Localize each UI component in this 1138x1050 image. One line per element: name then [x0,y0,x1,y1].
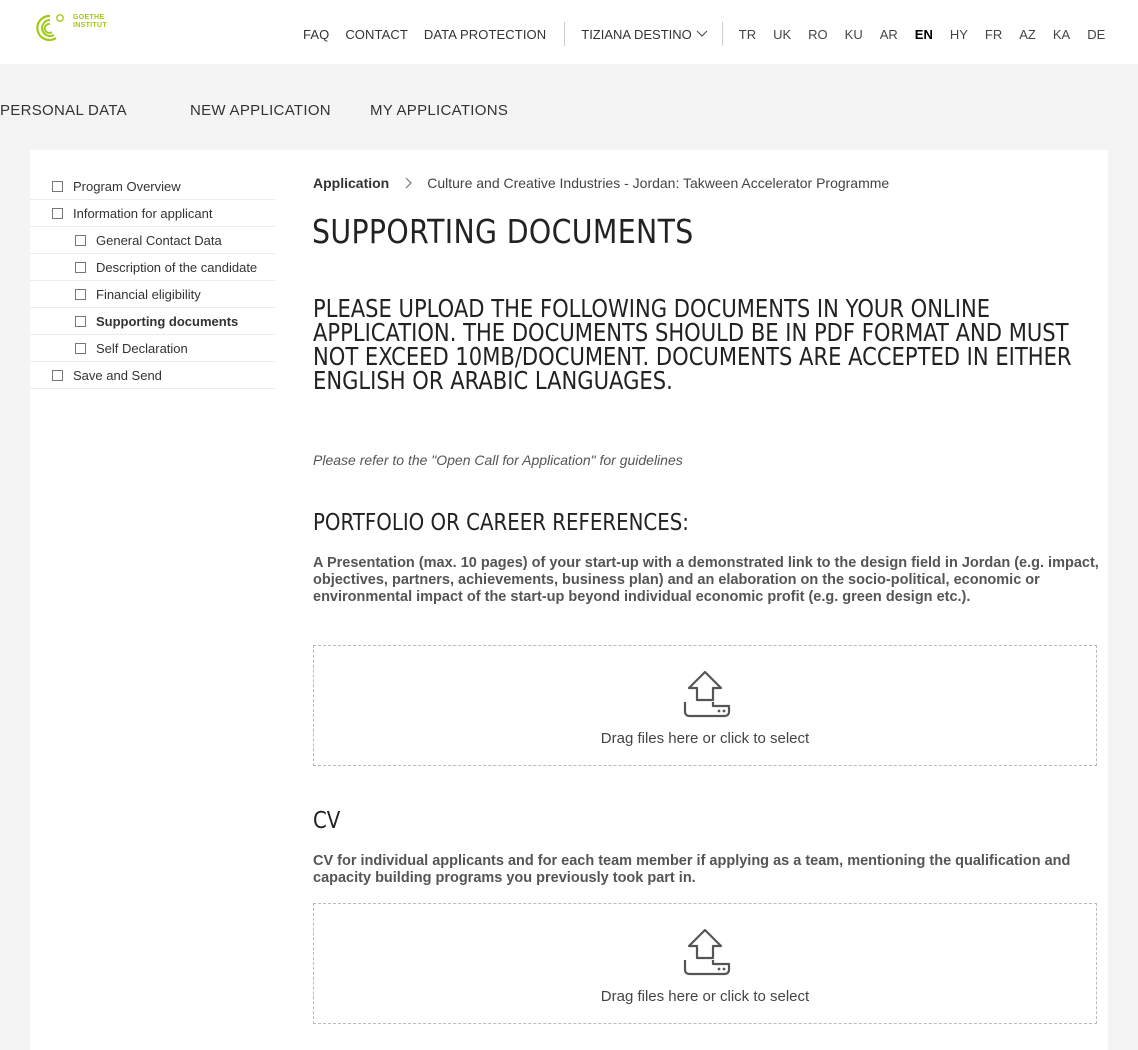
checkbox[interactable] [75,342,86,354]
divider [721,22,723,46]
sidebar-item-description-of-candidate[interactable]: Description of the candidate [30,254,275,281]
faq-link[interactable]: FAQ [303,27,329,42]
sidebar-item-financial-eligibility[interactable]: Financial eligibility [30,281,275,308]
lang-tr[interactable]: TR [739,27,756,42]
breadcrumb: Application Culture and Creative Industr… [313,175,889,191]
logo-line-1: GOETHE [73,14,105,21]
sidebar-item-information-for-applicant[interactable]: Information for applicant [30,200,275,227]
sidebar-item-self-declaration[interactable]: Self Declaration [30,335,275,362]
lang-de[interactable]: DE [1087,27,1105,42]
breadcrumb-current: Culture and Creative Industries - Jordan… [427,175,890,191]
upload-instructions: PLEASE UPLOAD THE FOLLOWING DOCUMENTS IN… [313,294,1072,395]
breadcrumb-root[interactable]: Application [313,175,389,191]
upload-icon [683,670,731,718]
portfolio-dropzone[interactable]: Drag files here or click to select [313,645,1097,766]
chevron-down-icon [696,30,708,37]
user-name: TIZIANA DESTINO [581,26,692,42]
lang-hy[interactable]: HY [950,27,968,42]
sidebar-item-label: Supporting documents [96,313,239,329]
sidebar-item-program-overview[interactable]: Program Overview [30,173,275,200]
sidebar-item-general-contact-data[interactable]: General Contact Data [30,227,275,254]
lang-en[interactable]: EN [915,27,933,42]
goethe-logo[interactable]: GOETHE INSTITUT [30,12,120,42]
checkbox[interactable] [75,234,86,246]
logo-line-2: INSTITUT [73,22,107,29]
lang-az[interactable]: AZ [1019,27,1036,42]
lang-uk[interactable]: UK [773,27,791,42]
page-title: SUPPORTING DOCUMENTS [312,212,694,251]
sidebar-item-label: Information for applicant [73,205,213,221]
sidebar-item-label: Description of the candidate [96,259,258,275]
top-bar: GOETHE INSTITUT FAQ CONTACT DATA PROTECT… [0,0,1138,64]
checkbox[interactable] [52,180,63,192]
checkbox[interactable] [75,315,86,327]
sidebar-item-label: Program Overview [73,178,181,194]
dropzone-text: Drag files here or click to select [600,730,810,747]
sidebar: Program Overview Information for applica… [30,173,275,389]
checkbox[interactable] [52,369,63,381]
data-protection-link[interactable]: DATA PROTECTION [424,27,546,42]
lang-ar[interactable]: AR [880,27,898,42]
nav-my-applications[interactable]: MY APPLICATIONS [370,102,508,119]
goethe-logo-icon [36,14,64,42]
guidelines-note: Please refer to the "Open Call for Appli… [313,452,683,468]
logo-text: GOETHE INSTITUT [73,14,107,30]
sidebar-item-supporting-documents[interactable]: Supporting documents [30,308,275,335]
section-title-cv: CV [313,808,341,834]
nav-personal-data[interactable]: PERSONAL DATA [0,102,127,119]
divider [564,22,566,46]
dropzone-text: Drag files here or click to select [600,988,810,1005]
sidebar-item-label: Financial eligibility [96,286,201,302]
upload-icon [683,928,731,976]
checkbox[interactable] [75,288,86,300]
user-menu[interactable]: TIZIANA DESTINO [581,27,708,42]
lang-ku[interactable]: KU [845,27,863,42]
chevron-right-icon [405,177,413,189]
lang-ka[interactable]: KA [1053,27,1070,42]
checkbox[interactable] [52,207,63,219]
sidebar-item-save-and-send[interactable]: Save and Send [30,362,275,389]
section-description-portfolio: A Presentation (max. 10 pages) of your s… [313,555,1099,605]
lang-ro[interactable]: RO [808,27,828,42]
nav-new-application[interactable]: NEW APPLICATION [190,102,331,119]
contact-link[interactable]: CONTACT [345,27,408,42]
sidebar-item-label: Save and Send [73,367,162,383]
top-nav: FAQ CONTACT DATA PROTECTION TIZIANA DEST… [303,22,1122,46]
cv-dropzone[interactable]: Drag files here or click to select [313,903,1097,1024]
sidebar-item-label: General Contact Data [96,232,222,248]
sidebar-item-label: Self Declaration [96,340,188,356]
lang-fr[interactable]: FR [985,27,1002,42]
section-title-portfolio: PORTFOLIO OR CAREER REFERENCES: [313,510,689,536]
checkbox[interactable] [75,261,86,273]
section-description-cv: CV for individual applicants and for eac… [313,853,1071,886]
